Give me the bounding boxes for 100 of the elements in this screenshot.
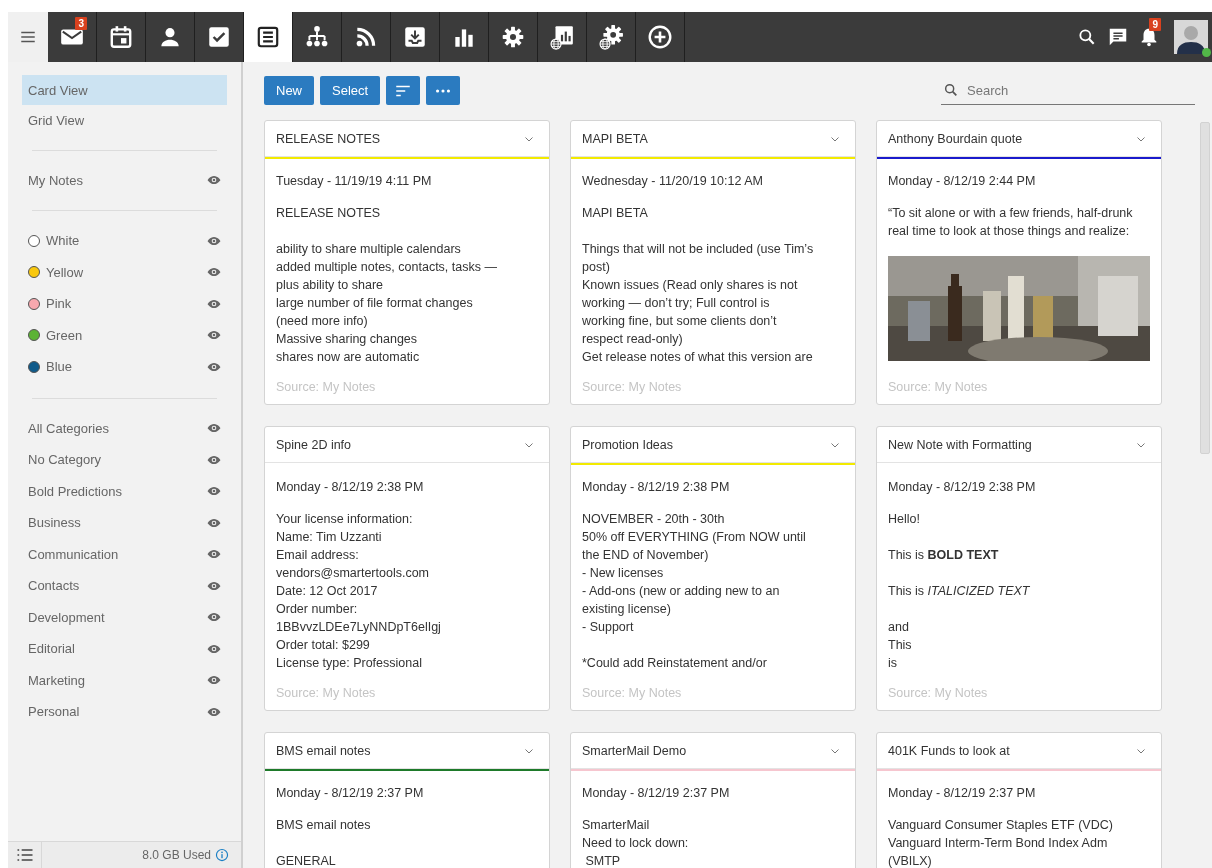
toolbar-button[interactable]: New [264,76,314,105]
note-source: Source: My Notes [276,380,377,394]
notes-icon [255,24,281,50]
sidebar-item[interactable]: Marketing [22,664,227,696]
sidebar-item[interactable]: Grid View [22,105,227,135]
note-date: Monday - 8/12/19 2:38 PM [276,479,425,496]
search-icon [1076,27,1097,47]
note-text: RELEASE NOTES [276,205,382,222]
note-text: existing license) [582,601,672,618]
note-text: Vanguard Consumer Staples ETF (VDC) [888,817,1114,834]
card-title: BMS email notes [276,743,371,758]
note-text: MAPI BETA [582,205,649,222]
storage-usage: 8.0 GB Used [142,848,211,862]
search-icon [943,82,959,98]
note-text: Order total: $299 [276,637,371,654]
note-date: Monday - 8/12/19 2:38 PM [582,479,731,496]
note-date: Tuesday - 11/19/19 4:11 PM [276,173,433,190]
sidebar-item[interactable]: Personal [22,696,227,728]
toolbar-button[interactable]: Select [320,76,381,105]
note-source: Source: My Notes [276,686,377,700]
note-text: NOVEMBER - 20th - 30th [582,511,726,528]
card-header[interactable]: New Note with Formatting [877,427,1161,463]
sidebar-item[interactable]: White [22,225,227,257]
sidebar-item[interactable]: Card View [22,75,227,105]
sidebar-item[interactable]: Business [22,507,227,539]
note-text: - Add-ons (new or adding new to an [582,583,781,600]
sidebar-item[interactable]: Development [22,601,227,633]
count-badge: 3 [75,17,87,30]
card-title: Anthony Bourdain quote [888,131,1023,146]
note-text: real time to look at those things and realize: [888,223,1131,240]
note-text: shares now are automatic [276,349,421,366]
gear-globe-icon [598,24,624,50]
sidebar-item[interactable]: My Notes [22,165,227,195]
note-source: Source: My Notes [582,686,683,700]
nav-tab[interactable] [244,12,293,62]
note-text: Your license information: [276,511,414,528]
note-text: “To sit alone or with a few friends, half-drunk [888,205,1134,222]
note-text: SMTP [584,853,622,868]
avatar[interactable] [1174,20,1208,54]
note-text: large number of file format changes [276,295,474,312]
note-text: Email address: [276,547,360,564]
note-text: Vanguard Interm-Term Bond Index Adm [888,835,1109,852]
sidebar-item[interactable]: Blue [22,351,227,383]
search-field[interactable]: Search [965,81,1195,99]
note-text: Order number: [276,601,359,618]
settings-icon [500,24,526,50]
sidebar-item[interactable]: Green [22,319,227,351]
note-text: License type: Professional [276,655,423,672]
note-text: added multiple notes, contacts, tasks — [276,259,498,276]
note-text: Get release notes of what this version are [582,349,814,366]
card-title: 401K Funds to look at [888,743,1010,758]
eye-icon [207,173,221,187]
card-title: MAPI BETA [582,131,648,146]
note-text: working — don’t try; Full control is [582,295,771,312]
note-text: Hello! [888,511,921,528]
note-text: and [888,619,910,636]
more-icon [436,88,451,93]
note-text: 50% off EVERYTHING (From NOW until [582,529,807,546]
menu-button[interactable] [8,12,48,62]
add-icon [647,24,673,50]
sidebar-item[interactable]: All Categories [22,412,227,444]
sidebar-item[interactable]: Yellow [22,256,227,288]
note-text: Need to lock down: [582,835,690,852]
note-text: - New licenses [582,565,665,582]
note-text: - Support [582,619,635,636]
sidebar-item[interactable]: Contacts [22,570,227,602]
card-title: New Note with Formatting [888,437,1032,452]
note-text: GENERAL [276,853,337,868]
more-button[interactable] [426,76,461,105]
note-text: ability to share multiple calendars [276,241,462,258]
sidebar-item[interactable]: Communication [22,538,227,570]
note-date: Wednesday - 11/20/19 10:12 AM [582,173,764,190]
note-text: (need more info) [276,313,369,330]
sort-button[interactable] [386,76,421,105]
note-text: (VBILX) [888,853,933,868]
note-text: plus ability to share [276,277,384,294]
notifications-button[interactable]: 9 [1133,12,1164,62]
inbox-download-icon [402,24,428,50]
note-text: BMS email notes [276,817,372,834]
sidebar-item[interactable]: Pink [22,288,227,320]
card-title: Promotion Ideas [582,437,674,452]
note-text: is [888,655,899,672]
card-title: SmarterMail Demo [582,743,687,758]
note-text: post) [582,259,611,276]
note-date: Monday - 8/12/19 2:37 PM [888,785,1037,802]
card-title: RELEASE NOTES [276,131,381,146]
checkbox-icon [206,24,232,50]
note-date: Monday - 8/12/19 2:44 PM [888,173,1037,190]
sidebar-item[interactable]: No Category [22,444,227,476]
sidebar-item[interactable]: Bold Predictions [22,475,227,507]
note-text: This is BOLD TEXT [888,547,1000,564]
note-date: Monday - 8/12/19 2:37 PM [582,785,731,802]
card-title: Spine 2D info [276,437,352,452]
note-text: Things that will not be included (use Tim’s [582,241,815,258]
note-text: SmarterMail [582,817,651,834]
card-header[interactable]: Spine 2D info [265,427,549,463]
scrollbar-thumb[interactable] [1200,122,1210,454]
note-text: respect read-only) [582,331,684,348]
note-text: Massive sharing changes [276,331,419,348]
sidebar-item[interactable]: Editorial [22,633,227,665]
